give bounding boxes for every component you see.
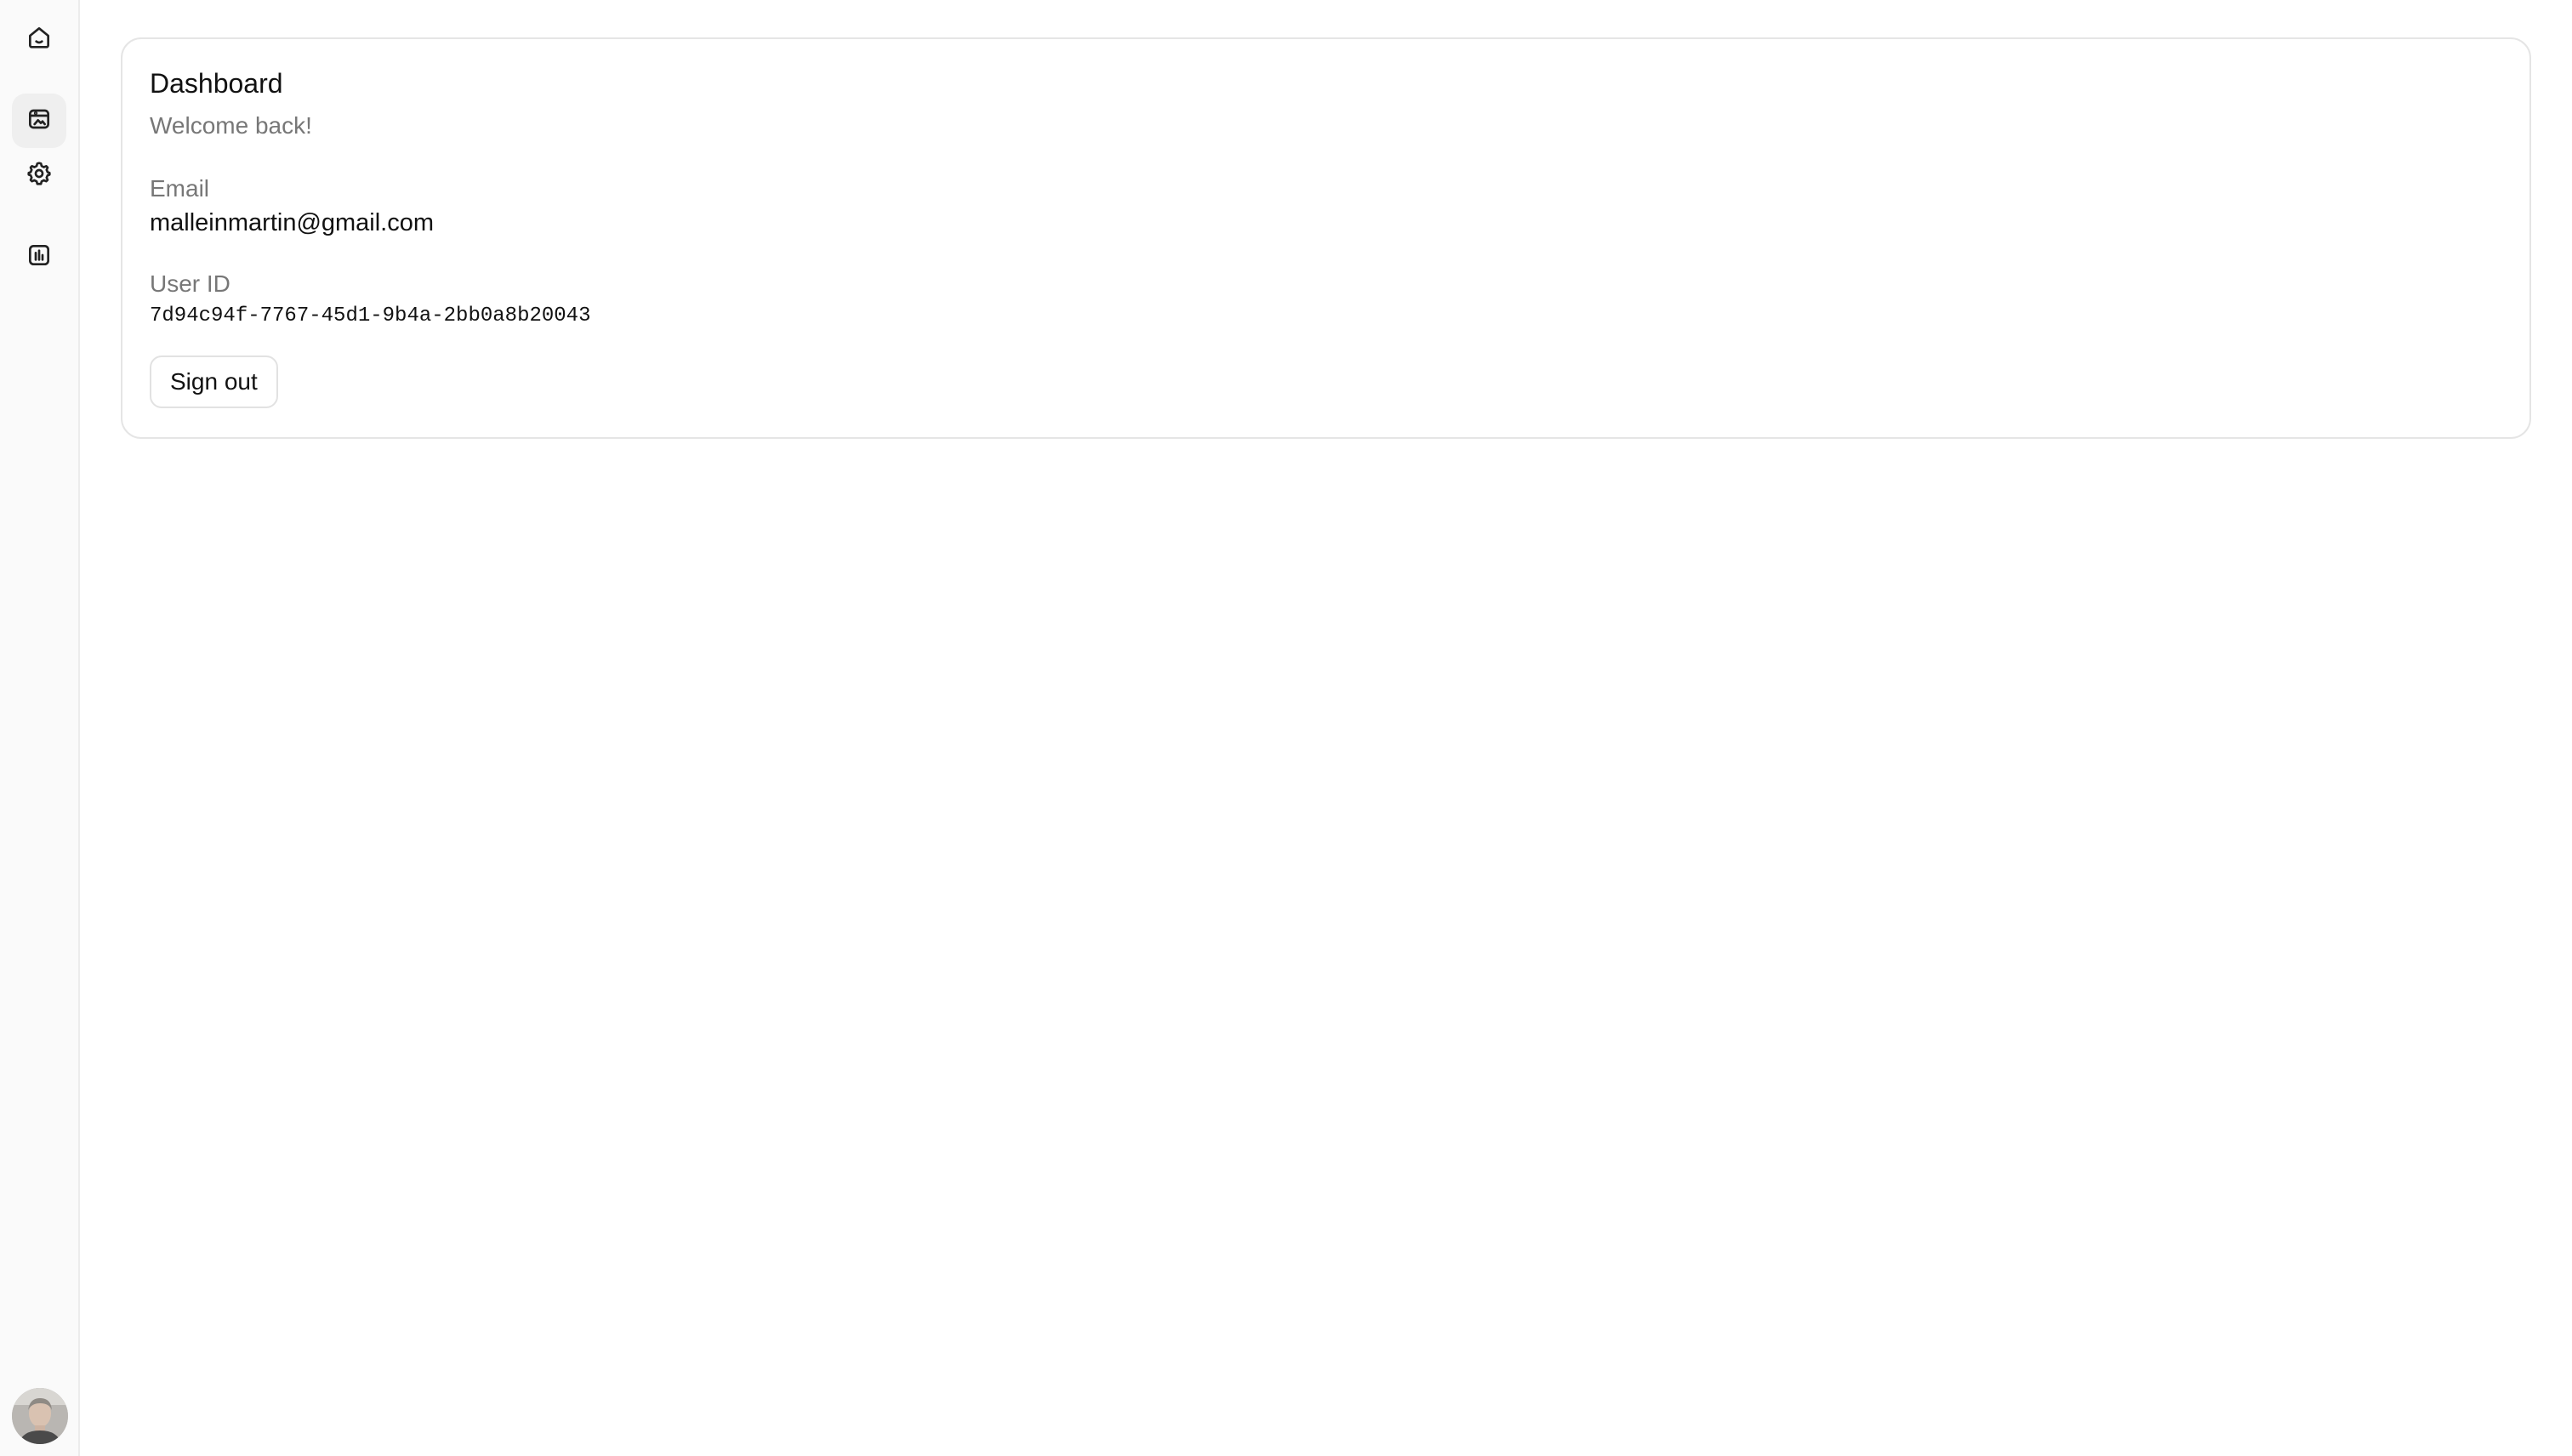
sidebar [0, 0, 80, 1456]
email-value: malleinmartin@gmail.com [150, 209, 435, 236]
email-label: Email [150, 175, 210, 202]
nav-settings[interactable] [12, 148, 66, 202]
dashboard-card: Dashboard Welcome back! Email malleinmar… [121, 37, 2531, 439]
user-avatar-image [12, 1388, 68, 1444]
gallery-icon [26, 105, 53, 137]
home-icon [26, 24, 53, 55]
avatar[interactable] [12, 1388, 68, 1444]
welcome-text: Welcome back! [150, 112, 312, 139]
nav-analytics[interactable] [12, 230, 66, 284]
sign-out-button[interactable]: Sign out [150, 355, 278, 408]
page-title: Dashboard [150, 68, 283, 99]
gear-icon [26, 160, 53, 191]
bar-chart-icon [26, 242, 53, 273]
app-root: Dashboard Welcome back! Email malleinmar… [0, 0, 2572, 1456]
user-id-label: User ID [150, 270, 230, 297]
nav-home[interactable] [12, 12, 66, 66]
main-content: Dashboard Welcome back! Email malleinmar… [80, 0, 2572, 1456]
nav-gallery[interactable] [12, 94, 66, 148]
user-id-value: 7d94c94f-7767-45d1-9b4a-2bb0a8b20043 [150, 304, 591, 327]
